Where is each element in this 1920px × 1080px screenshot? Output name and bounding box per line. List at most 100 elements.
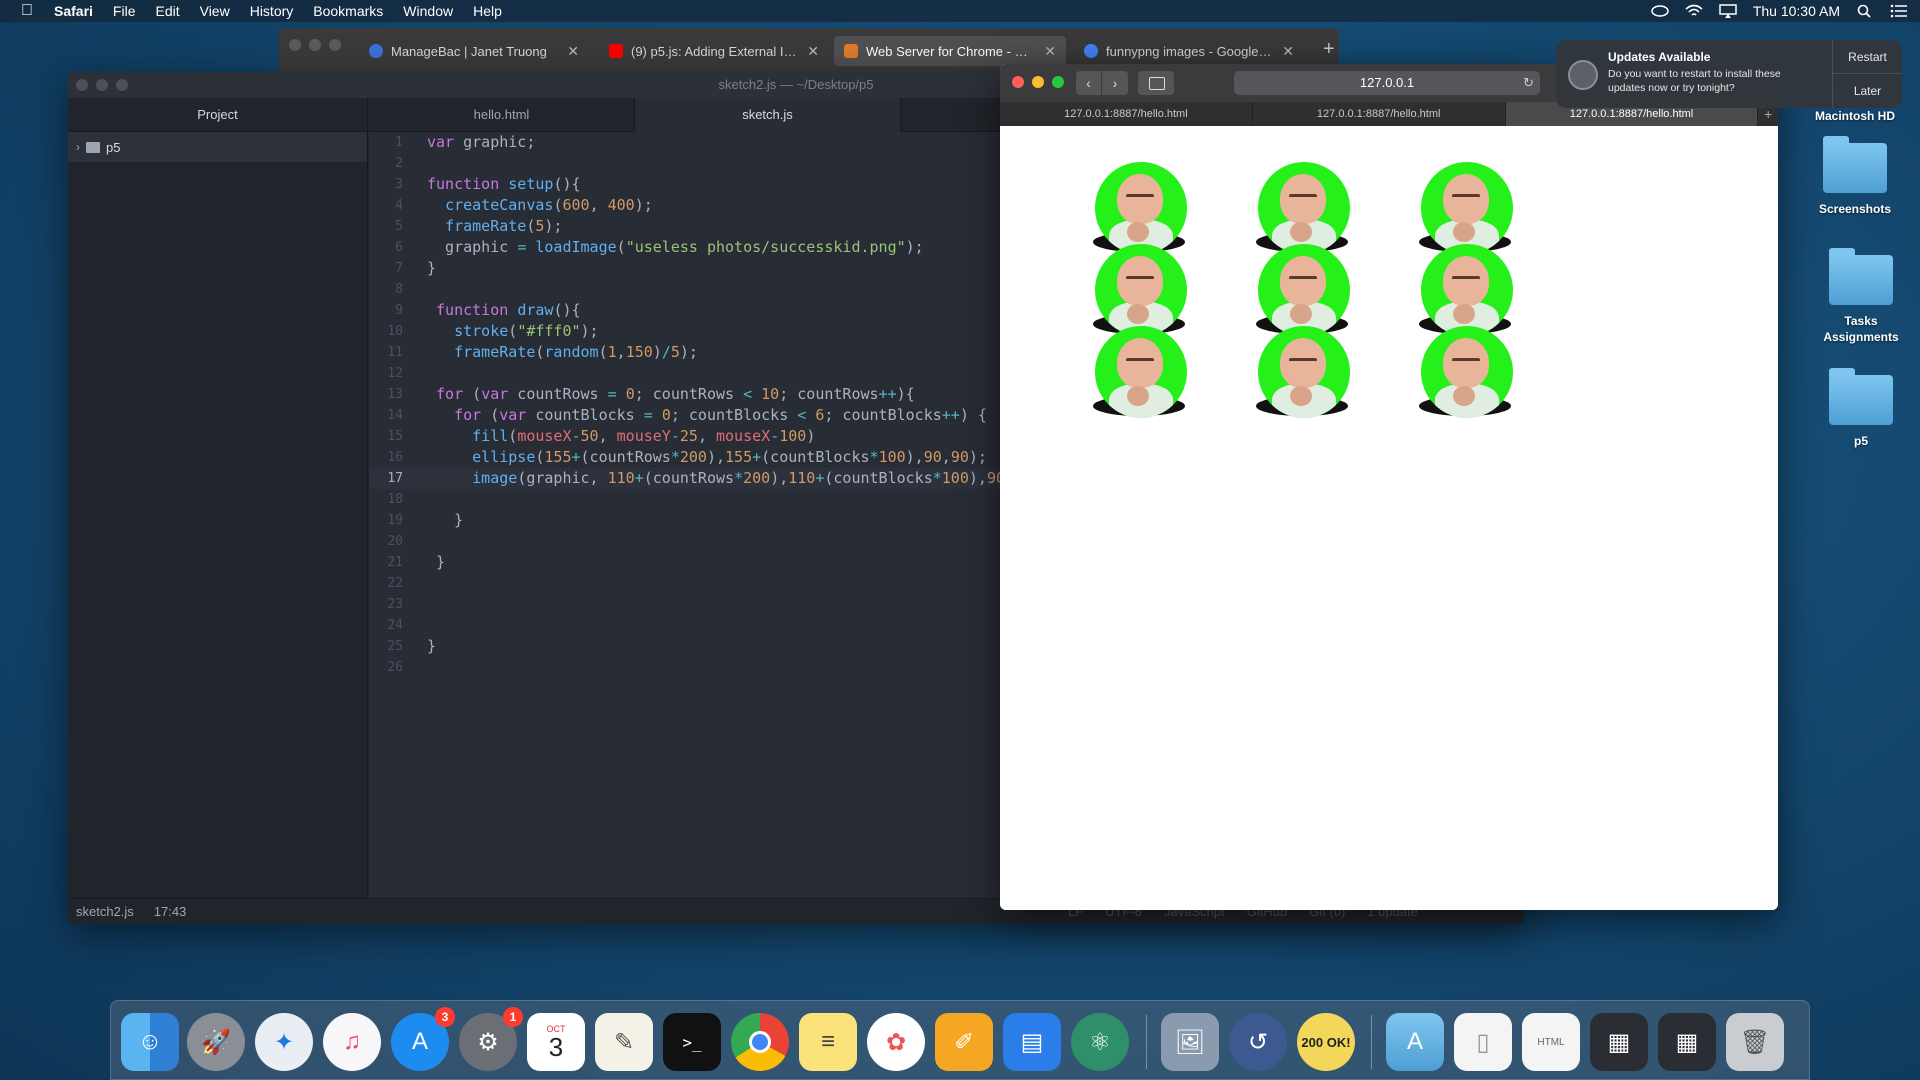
html-file-icon[interactable]: HTML [1522,1013,1580,1071]
restart-button[interactable]: Restart [1833,40,1902,74]
code-text[interactable]: stroke("#fff0"); [413,321,599,342]
photos-icon[interactable]: ✿ [867,1013,925,1071]
code-text[interactable]: var graphic; [413,132,535,153]
status-file-name[interactable]: sketch2.js [76,904,134,919]
code-text[interactable] [413,657,427,678]
reload-icon[interactable]: ↻ [1523,71,1534,95]
applications-folder-icon[interactable]: A [1386,1013,1444,1071]
code-text[interactable]: } [413,636,436,657]
code-text[interactable] [413,489,427,510]
line-number[interactable]: 10 [369,321,413,342]
line-number[interactable]: 4 [369,195,413,216]
code-text[interactable]: fill(mouseX-50, mouseY-25, mouseX-100) [413,426,815,447]
line-number[interactable]: 6 [369,237,413,258]
stickies-200-ok-icon[interactable]: 200 OK! [1297,1013,1355,1071]
new-tab-button[interactable]: + [1323,38,1335,61]
zoom-window-button[interactable] [116,79,128,91]
code-text[interactable] [413,573,427,594]
tab-web-server-for-chrome[interactable]: Web Server for Chrome - Chro ✕ [834,36,1066,66]
airplay-icon[interactable] [1719,4,1737,18]
minimize-window-button[interactable] [1032,76,1044,88]
line-number[interactable]: 2 [369,153,413,174]
document-icon[interactable]: ▯ [1454,1013,1512,1071]
status-cursor-position[interactable]: 17:43 [154,904,187,919]
code-text[interactable] [413,279,427,300]
zoom-window-button[interactable] [329,39,341,51]
close-window-button[interactable] [76,79,88,91]
code-text[interactable]: } [413,552,445,573]
notes-icon[interactable]: ≡ [799,1013,857,1071]
tab-sketch-js[interactable]: sketch.js [635,98,901,132]
close-window-button[interactable] [1012,76,1024,88]
code-text[interactable]: frameRate(5); [413,216,562,237]
line-number[interactable]: 18 [369,489,413,510]
code-text[interactable]: createCanvas(600, 400); [413,195,653,216]
code-text[interactable]: } [413,258,436,279]
p5-canvas[interactable] [1000,126,1778,910]
wifi-icon[interactable] [1685,4,1703,18]
chevron-right-icon[interactable]: › [76,140,80,154]
itunes-icon[interactable]: ♫ [323,1013,381,1071]
forward-button[interactable]: › [1102,71,1128,95]
close-window-button[interactable] [289,39,301,51]
address-bar[interactable]: 127.0.0.1 ↻ [1234,71,1540,95]
code-text[interactable]: graphic = loadImage("useless photos/succ… [413,237,924,258]
desktop-folder-tasks-assignments[interactable]: Tasks Assignments [1806,248,1916,345]
line-number[interactable]: 12 [369,363,413,384]
apple-menu-icon[interactable]:  [0,2,54,20]
terminal-icon[interactable]: >_ [663,1013,721,1071]
keynote-icon[interactable]: ▤ [1003,1013,1061,1071]
system-preferences-icon[interactable]: ⚙ 1 [459,1007,523,1071]
line-number[interactable]: 14 [369,405,413,426]
line-number[interactable]: 11 [369,342,413,363]
line-number[interactable]: 13 [369,384,413,405]
code-text[interactable]: function setup(){ [413,174,581,195]
preview-icon[interactable]: 🖼 [1161,1013,1219,1071]
line-number[interactable]: 3 [369,174,413,195]
line-number[interactable]: 23 [369,594,413,615]
code-text[interactable]: } [413,510,463,531]
tab-google-search[interactable]: funnypng images - Google Sea ✕ [1074,36,1304,66]
sidebar-toggle-button[interactable] [1138,71,1174,95]
code-text[interactable] [413,594,427,615]
atom-icon[interactable]: ⚛ [1071,1013,1129,1071]
code-text[interactable]: frameRate(random(1,150)/5); [413,342,698,363]
line-number[interactable]: 5 [369,216,413,237]
line-number[interactable]: 24 [369,615,413,636]
minimize-window-button[interactable] [96,79,108,91]
line-number[interactable]: 20 [369,531,413,552]
chrome-icon[interactable] [731,1013,789,1071]
creative-cloud-icon[interactable] [1651,4,1669,18]
line-number[interactable]: 8 [369,279,413,300]
menu-help[interactable]: Help [463,3,512,19]
pages-icon[interactable]: ✐ [935,1013,993,1071]
tab-managebac[interactable]: ManageBac | Janet Truong ✕ [359,36,589,66]
clock[interactable]: Thu 10:30 AM [1753,3,1840,19]
close-tab-icon[interactable]: ✕ [1044,43,1056,60]
line-number[interactable]: 1 [369,132,413,153]
line-number[interactable]: 26 [369,657,413,678]
code-text[interactable] [413,363,427,384]
desktop-folder-p5[interactable]: p5 [1806,368,1916,449]
safari-icon[interactable]: ✦ [255,1013,313,1071]
menu-edit[interactable]: Edit [145,3,189,19]
code-text[interactable]: ellipse(155+(countRows*200),155+(countBl… [413,447,987,468]
code-text[interactable]: for (var countRows = 0; countRows < 10; … [413,384,915,405]
menu-file[interactable]: File [103,3,146,19]
screenshot-thumbnail-icon[interactable]: ▦ [1658,1013,1716,1071]
code-text[interactable] [413,153,427,174]
line-number[interactable]: 22 [369,573,413,594]
code-text[interactable]: for (var countBlocks = 0; countBlocks < … [413,405,987,426]
trash-icon[interactable]: 🗑 [1726,1013,1784,1071]
preview-tab-2[interactable]: 127.0.0.1:8887/hello.html [1253,102,1506,126]
tab-hello-html[interactable]: hello.html [369,98,635,132]
time-machine-icon[interactable]: ↺ [1229,1013,1287,1071]
finder-icon[interactable]: ☺ [121,1013,179,1071]
zoom-window-button[interactable] [1052,76,1064,88]
line-number[interactable]: 7 [369,258,413,279]
textedit-icon[interactable]: ✎ [595,1013,653,1071]
tree-folder-p5[interactable]: › p5 [68,132,367,162]
screenshot-thumbnail-icon[interactable]: ▦ [1590,1013,1648,1071]
code-text[interactable] [413,531,427,552]
menu-history[interactable]: History [240,3,304,19]
